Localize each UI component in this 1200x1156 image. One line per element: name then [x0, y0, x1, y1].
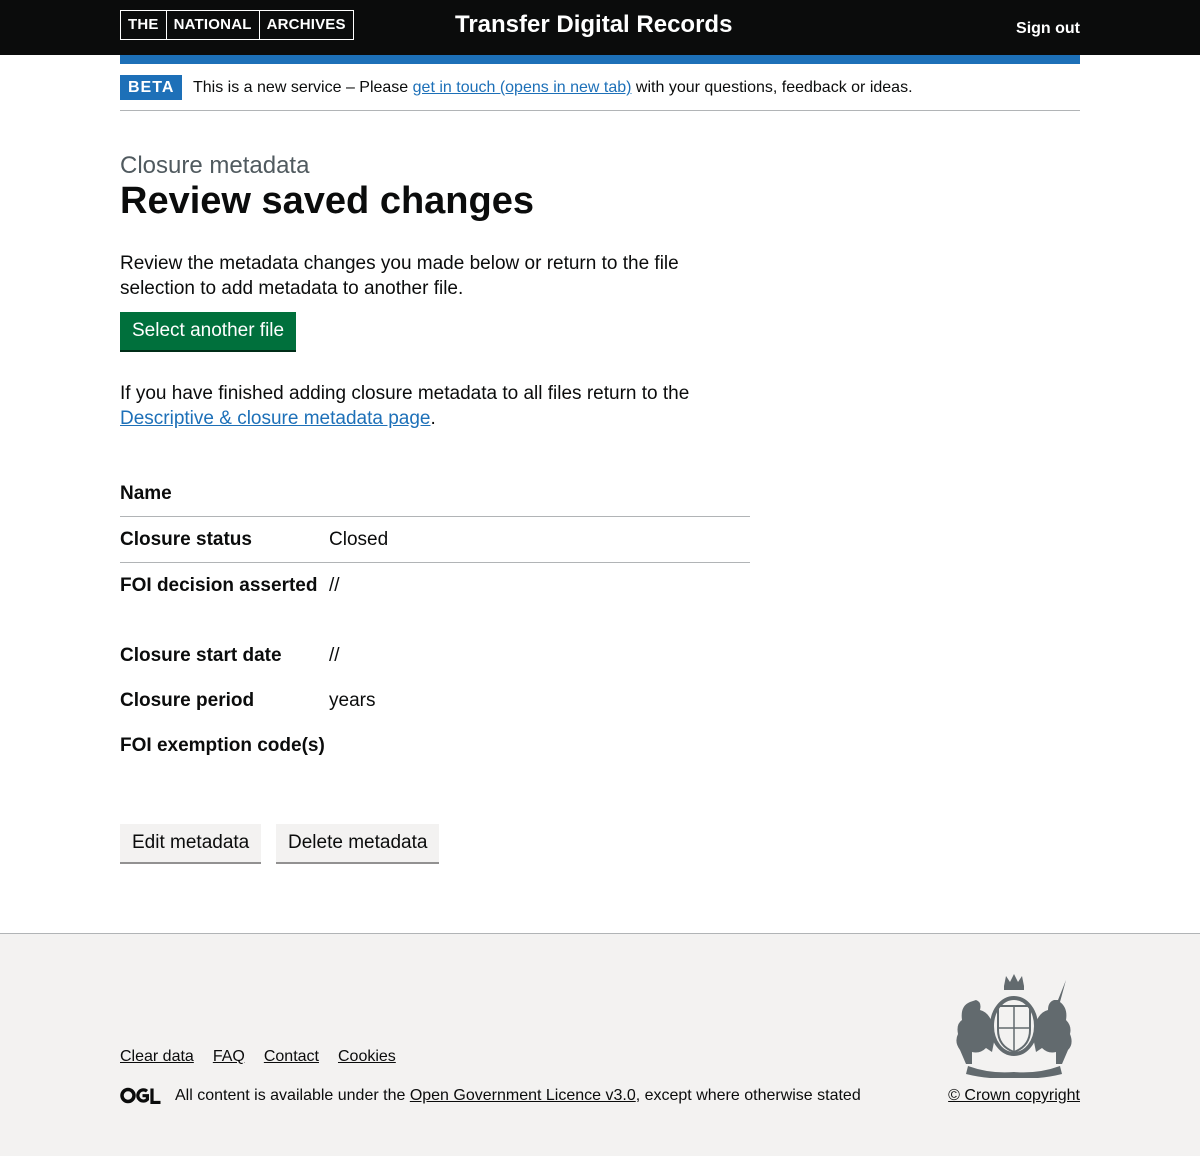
- phase-text-before: This is a new service – Please: [193, 79, 413, 96]
- summary-value: //: [329, 575, 340, 596]
- summary-key: FOI decision asserted: [120, 575, 318, 596]
- descriptive-closure-metadata-link[interactable]: Descriptive & closure metadata page: [120, 408, 431, 429]
- ogl-logo-icon: [120, 1087, 161, 1104]
- delete-metadata-button[interactable]: Delete metadata: [276, 824, 440, 862]
- finish-text-start: If you have finished adding closure meta…: [120, 383, 690, 404]
- summary-value: Closed: [329, 529, 389, 550]
- licence-text-after: , except where otherwise stated: [635, 1087, 861, 1104]
- summary-value: [329, 733, 750, 783]
- phase-banner: BETA This is a new service – Please get …: [120, 64, 1080, 111]
- footer-link-faq[interactable]: FAQ: [213, 1047, 245, 1067]
- summary-row-name: Name: [120, 471, 750, 517]
- summary-key: Closure period: [120, 690, 255, 711]
- footer-link-contact[interactable]: Contact: [264, 1047, 319, 1067]
- licence-text: All content is available under the Open …: [175, 1086, 861, 1106]
- site-header: THE NATIONAL ARCHIVES Transfer Digital R…: [0, 0, 1200, 55]
- footer-link-clear-data[interactable]: Clear data: [120, 1047, 194, 1067]
- footer-link-cookies[interactable]: Cookies: [338, 1047, 396, 1067]
- summary-row-closure-start-date: Closure start date //: [120, 633, 750, 678]
- summary-value: [329, 481, 750, 506]
- summary-row-closure-period: Closure period years: [120, 678, 750, 723]
- intro-text: Review the metadata changes you made bel…: [120, 253, 679, 299]
- edit-metadata-button[interactable]: Edit metadata: [120, 824, 262, 862]
- footer-links: Clear data FAQ Contact Cookies: [120, 1047, 396, 1067]
- national-archives-logo[interactable]: THE NATIONAL ARCHIVES: [120, 10, 354, 40]
- summary-key: Closure start date: [120, 645, 282, 666]
- logo-part-the: THE: [128, 16, 159, 33]
- phase-banner-text: This is a new service – Please get in to…: [193, 78, 913, 98]
- summary-row-foi-exemption-codes: FOI exemption code(s): [120, 723, 750, 793]
- finish-text: If you have finished adding closure meta…: [120, 381, 740, 431]
- summary-list: Name Closure status Closed FOI decision …: [120, 471, 750, 793]
- sign-out-link[interactable]: Sign out: [1016, 18, 1080, 40]
- crown-copyright-link[interactable]: © Crown copyright: [948, 1086, 1080, 1106]
- summary-key: Closure status: [120, 529, 252, 550]
- open-government-licence-link[interactable]: Open Government Licence v3.0: [410, 1087, 636, 1104]
- header-accent-bar: [120, 55, 1080, 64]
- feedback-link[interactable]: get in touch (opens in new tab): [413, 79, 632, 96]
- page-title: Review saved changes: [120, 180, 534, 222]
- summary-key: FOI exemption code(s): [120, 735, 325, 756]
- phase-text-after: with your questions, feedback or ideas.: [631, 79, 913, 96]
- logo-part-archives: ARCHIVES: [258, 11, 353, 39]
- summary-key: Name: [120, 483, 172, 504]
- site-footer: Clear data FAQ Contact Cookies All conte…: [0, 933, 1200, 1156]
- select-another-file-button[interactable]: Select another file: [120, 312, 297, 350]
- summary-value: years: [329, 690, 376, 711]
- service-name-link[interactable]: Transfer Digital Records: [455, 10, 732, 40]
- royal-coat-of-arms-icon: [956, 974, 1072, 1078]
- logo-part-national: NATIONAL: [165, 11, 259, 39]
- beta-tag: BETA: [120, 75, 183, 100]
- licence-text-before: All content is available under the: [175, 1087, 410, 1104]
- page-caption: Closure metadata: [120, 152, 310, 179]
- finish-text-end: .: [430, 408, 436, 429]
- summary-row-foi-decision: FOI decision asserted //: [120, 563, 750, 633]
- summary-row-closure-status: Closure status Closed: [120, 517, 750, 563]
- summary-value: //: [329, 645, 340, 666]
